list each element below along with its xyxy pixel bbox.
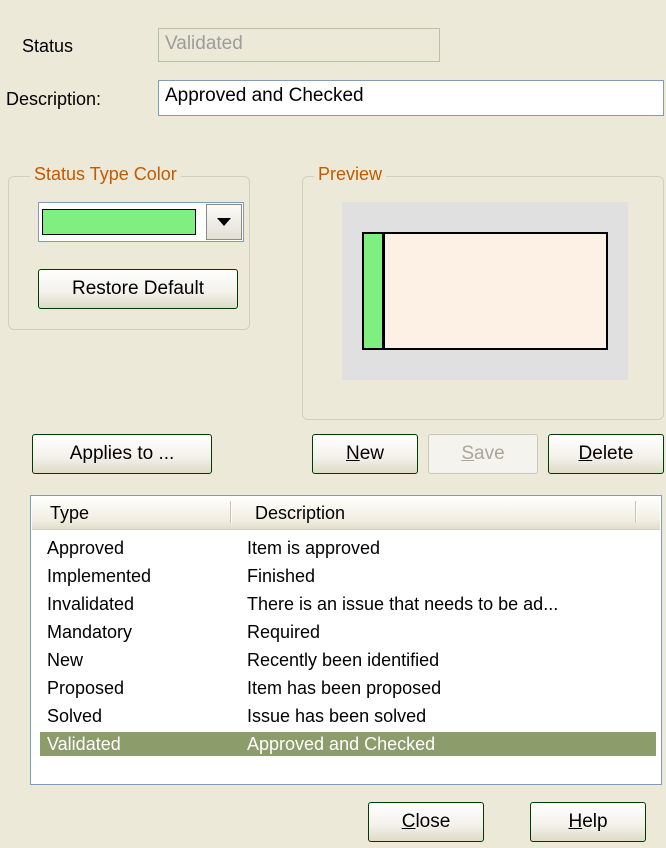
status-label: Status (22, 36, 74, 56)
description-label: Description: (6, 89, 102, 109)
column-divider[interactable] (635, 501, 636, 523)
save-button: Save (428, 434, 538, 474)
row-description: Required (247, 622, 321, 642)
close-label-rest: lose (415, 811, 451, 832)
color-swatch (42, 209, 196, 235)
new-mnemonic: N (345, 443, 360, 464)
delete-label-rest: elete (592, 443, 634, 464)
color-picker-dropdown[interactable] (38, 202, 244, 242)
column-divider[interactable] (230, 501, 231, 523)
table-row[interactable]: Proposed Item has been proposed (40, 676, 656, 700)
row-type: Approved (47, 538, 125, 558)
save-mnemonic: S (461, 443, 475, 464)
close-mnemonic: C (401, 811, 416, 832)
row-description: Recently been identified (247, 650, 440, 670)
preview-title: Preview (314, 164, 387, 185)
table-row[interactable]: Approved Item is approved (40, 536, 656, 560)
table-row-selected[interactable]: Validated Approved and Checked (40, 732, 656, 756)
row-description: Item has been proposed (247, 678, 442, 698)
description-field[interactable]: Approved and Checked (158, 80, 664, 116)
close-button[interactable]: Close (368, 802, 484, 842)
preview-status-bar (364, 234, 385, 348)
status-field: Validated (158, 28, 440, 62)
row-type: Mandatory (47, 622, 133, 642)
table-row[interactable]: Mandatory Required (40, 620, 656, 644)
delete-mnemonic: D (578, 443, 593, 464)
delete-button[interactable]: Delete (548, 434, 664, 474)
applies-to-button[interactable]: Applies to ... (32, 434, 212, 474)
help-button[interactable]: Help (530, 802, 646, 842)
help-mnemonic: H (568, 811, 583, 832)
row-type: Validated (47, 734, 121, 754)
table-row[interactable]: Solved Issue has been solved (40, 704, 656, 728)
row-type: Implemented (47, 566, 152, 586)
row-type: New (47, 650, 84, 670)
preview-element (362, 232, 608, 350)
chevron-down-icon[interactable] (206, 204, 242, 240)
row-description: Item is approved (247, 538, 381, 558)
column-header-type[interactable]: Type (50, 503, 89, 524)
column-header-description[interactable]: Description (255, 503, 345, 524)
row-description: Issue has been solved (247, 706, 427, 726)
row-description: Finished (247, 566, 316, 586)
help-label-rest: elp (582, 811, 608, 832)
restore-default-button[interactable]: Restore Default (38, 269, 238, 309)
list-header: Type Description (32, 497, 660, 530)
table-row[interactable]: Implemented Finished (40, 564, 656, 588)
row-description: Approved and Checked (247, 734, 436, 754)
table-row[interactable]: Invalidated There is an issue that needs… (40, 592, 656, 616)
save-label-rest: ave (474, 443, 505, 464)
status-type-color-title: Status Type Color (30, 164, 181, 185)
new-label-rest: ew (359, 443, 385, 464)
preview-canvas (342, 202, 628, 380)
row-type: Proposed (47, 678, 125, 698)
row-type: Solved (47, 706, 103, 726)
new-button[interactable]: New (312, 434, 418, 474)
table-row[interactable]: New Recently been identified (40, 648, 656, 672)
row-description: There is an issue that needs to be ad... (247, 594, 559, 614)
row-type: Invalidated (47, 594, 135, 614)
status-list[interactable]: Type Description Approved Item is approv… (30, 495, 662, 785)
